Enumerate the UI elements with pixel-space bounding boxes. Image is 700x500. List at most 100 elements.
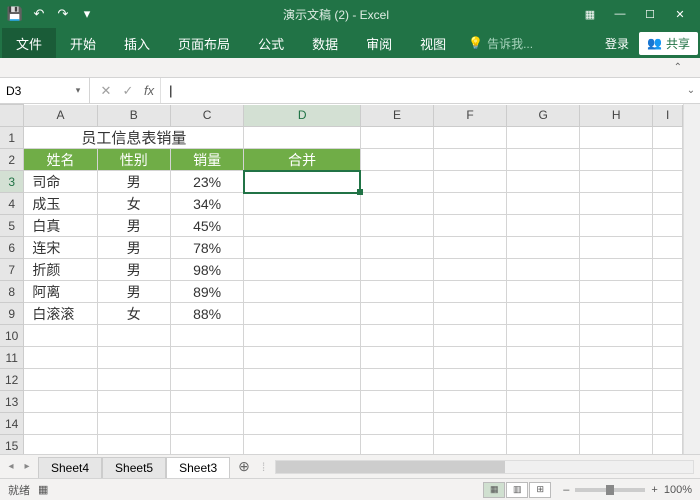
collapse-ribbon-icon[interactable]: ⌃ (674, 62, 682, 73)
cell-d8[interactable] (244, 281, 361, 303)
row-header-6[interactable]: 6 (0, 237, 24, 259)
data-gender[interactable]: 男 (97, 237, 170, 259)
row-header-11[interactable]: 11 (0, 347, 24, 369)
name-box-input[interactable] (0, 84, 70, 98)
cell[interactable] (170, 413, 243, 435)
cell[interactable] (170, 325, 243, 347)
row-header-13[interactable]: 13 (0, 391, 24, 413)
data-name[interactable]: 阿离 (24, 281, 97, 303)
cell[interactable] (653, 391, 683, 413)
tab-home[interactable]: 开始 (56, 28, 110, 58)
cell[interactable] (653, 281, 683, 303)
col-header-F[interactable]: F (434, 105, 507, 127)
cell[interactable] (360, 369, 433, 391)
data-sales[interactable]: 45% (170, 215, 243, 237)
zoom-in-button[interactable]: + (651, 484, 657, 496)
cell[interactable] (434, 369, 507, 391)
data-sales[interactable]: 89% (170, 281, 243, 303)
cell[interactable] (434, 127, 507, 149)
row-header-15[interactable]: 15 (0, 435, 24, 455)
tab-insert[interactable]: 插入 (110, 28, 164, 58)
cell[interactable] (360, 215, 433, 237)
cell[interactable] (360, 149, 433, 171)
cell[interactable] (580, 347, 653, 369)
cell[interactable] (24, 347, 97, 369)
tab-layout[interactable]: 页面布局 (164, 28, 244, 58)
cell[interactable] (507, 193, 580, 215)
cell[interactable] (507, 325, 580, 347)
data-gender[interactable]: 男 (97, 215, 170, 237)
cell[interactable] (244, 435, 361, 455)
cell[interactable] (244, 391, 361, 413)
cell[interactable] (507, 413, 580, 435)
select-all-corner[interactable] (0, 105, 24, 127)
row-header-14[interactable]: 14 (0, 413, 24, 435)
cell[interactable] (507, 237, 580, 259)
cell[interactable] (434, 259, 507, 281)
cell[interactable] (580, 215, 653, 237)
col-header-B[interactable]: B (97, 105, 170, 127)
data-name[interactable]: 成玉 (24, 193, 97, 215)
data-sales[interactable]: 88% (170, 303, 243, 325)
cell[interactable] (360, 237, 433, 259)
cell[interactable] (580, 303, 653, 325)
horizontal-scrollbar-thumb[interactable] (276, 461, 505, 473)
cell[interactable] (360, 435, 433, 455)
cell[interactable] (434, 149, 507, 171)
cell[interactable] (97, 369, 170, 391)
cell[interactable] (24, 435, 97, 455)
data-gender[interactable]: 女 (97, 193, 170, 215)
cell[interactable] (360, 413, 433, 435)
col-header-H[interactable]: H (580, 105, 653, 127)
share-button[interactable]: 👥 共享 (639, 32, 698, 55)
col-header-C[interactable]: C (170, 105, 243, 127)
cell[interactable] (580, 369, 653, 391)
view-page-break-icon[interactable]: ⊞ (529, 482, 551, 498)
data-sales[interactable]: 23% (170, 171, 243, 193)
cell[interactable] (170, 435, 243, 455)
cell[interactable] (580, 391, 653, 413)
vertical-scrollbar[interactable] (683, 104, 700, 454)
cell[interactable] (360, 281, 433, 303)
cell[interactable] (434, 281, 507, 303)
data-gender[interactable]: 男 (97, 171, 170, 193)
cell[interactable] (580, 413, 653, 435)
cell[interactable] (24, 325, 97, 347)
cell[interactable] (580, 325, 653, 347)
row-header-9[interactable]: 9 (0, 303, 24, 325)
cell[interactable] (434, 413, 507, 435)
name-box-dropdown-icon[interactable]: ▾ (70, 85, 86, 96)
tab-data[interactable]: 数据 (298, 28, 352, 58)
sheet-nav-prev-icon[interactable]: ◂ (4, 461, 18, 472)
col-header-D[interactable]: D (244, 105, 361, 127)
sheet-nav-next-icon[interactable]: ▸ (20, 461, 34, 472)
row-header-1[interactable]: 1 (0, 127, 24, 149)
cell[interactable] (434, 193, 507, 215)
cell-d9[interactable] (244, 303, 361, 325)
cell[interactable] (580, 281, 653, 303)
cell[interactable] (653, 347, 683, 369)
cell[interactable] (580, 127, 653, 149)
sheet-tab-sheet5[interactable]: Sheet5 (102, 457, 166, 479)
cell[interactable] (24, 413, 97, 435)
redo-icon[interactable]: ↷ (54, 5, 72, 23)
new-sheet-button[interactable]: ⊕ (230, 458, 258, 475)
cell[interactable] (507, 281, 580, 303)
cell[interactable] (170, 391, 243, 413)
cell[interactable] (653, 259, 683, 281)
macro-record-icon[interactable]: ▦ (38, 483, 48, 496)
cell[interactable] (97, 325, 170, 347)
data-gender[interactable]: 男 (97, 281, 170, 303)
cell[interactable] (507, 347, 580, 369)
sheet-tab-sheet3[interactable]: Sheet3 (166, 457, 230, 479)
row-header-12[interactable]: 12 (0, 369, 24, 391)
signin-link[interactable]: 登录 (605, 35, 629, 52)
minimize-button[interactable]: — (606, 4, 634, 24)
cell[interactable] (434, 237, 507, 259)
cell[interactable] (434, 325, 507, 347)
cell[interactable] (580, 435, 653, 455)
cell[interactable] (507, 369, 580, 391)
fx-icon[interactable]: fx (144, 83, 154, 98)
maximize-button[interactable]: ☐ (636, 4, 664, 24)
cell[interactable] (434, 303, 507, 325)
